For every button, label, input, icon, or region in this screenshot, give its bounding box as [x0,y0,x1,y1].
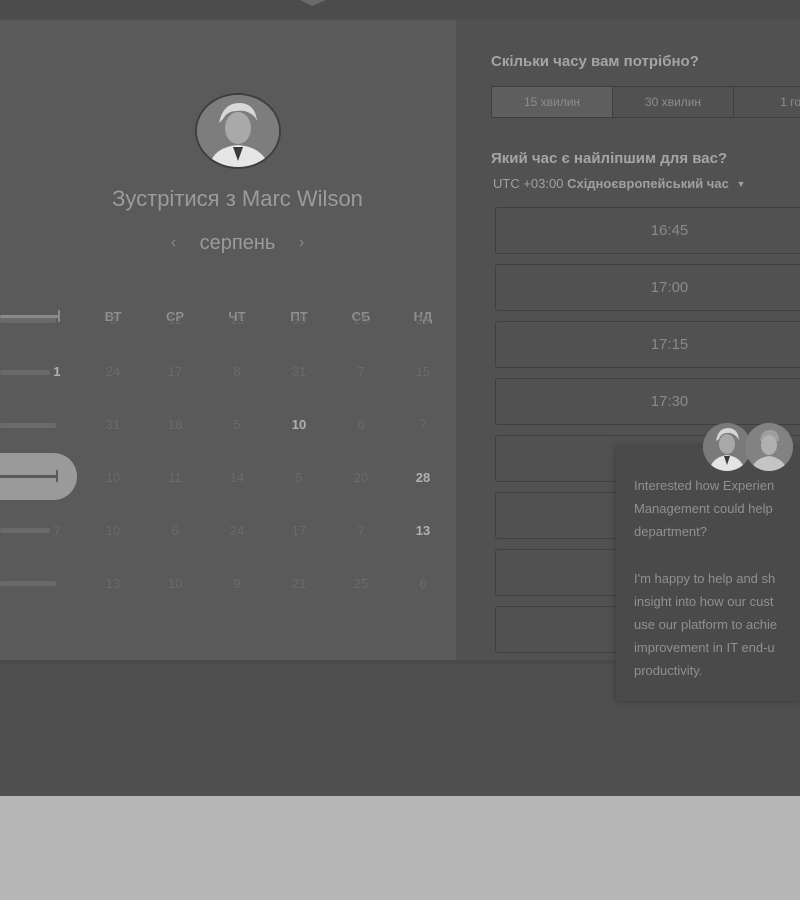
selected-day-bar [0,475,58,478]
calendar-day-available[interactable]: 13 [403,523,443,538]
calendar-day: 14 [229,470,245,485]
week-row-bar [0,423,56,428]
calendar-day: 6 [357,417,365,432]
calendar-day: 6 [171,523,179,538]
calendar-day: 6 [419,576,427,591]
top-strip [0,0,800,18]
calendar-day: 31 [291,364,307,379]
chat-message-2: I'm happy to help and sh insight into ho… [634,571,778,678]
next-month-icon[interactable]: › [299,234,304,252]
month-navigator: ‹ серпень › [0,232,475,255]
calendar-day: 31 [105,417,121,432]
calendar-day: 7 [357,364,365,379]
calendar-day: 10 [167,576,183,591]
duration-option-60[interactable]: 1 год [734,87,800,117]
time-slot[interactable]: 17:30 [495,378,800,425]
calendar-day-available[interactable]: 28 [403,470,443,485]
calendar-day: 10 [105,523,121,538]
calendar-day: 11 [168,470,182,485]
timezone-name: Східноєвропейський час [567,176,729,191]
calendar-day: 20 [353,470,369,485]
meeting-scheduler-overlay: Зустрітися з Marc Wilson ‹ серпень › ВТ … [0,0,800,796]
host-avatar [195,93,281,169]
meet-title: Зустрітися з Marc Wilson [112,186,363,211]
calendar-day: 25 [353,576,369,591]
calendar-day: 24 [229,523,245,538]
timezone-offset: UTC +03:00 [493,176,564,191]
time-slot[interactable]: 17:15 [495,321,800,368]
calendar-day-left: 7 [53,523,61,538]
chat-agent-avatar [703,423,751,471]
calendar-day: 7 [419,417,427,432]
calendar-day-left[interactable]: 1 [37,364,77,379]
calendar-day-available[interactable]: 10 [279,417,319,432]
calendar-day: 24 [105,364,121,379]
weekday-header-tick [58,310,60,322]
duration-option-30[interactable]: 30 хвилин [613,87,734,117]
week-row-bar [0,581,56,586]
calendar-day: 26 [353,312,369,327]
chat-popup[interactable]: Interested how Experien Management could… [616,447,800,701]
time-slot-label: 17:00 [650,279,689,296]
time-slot[interactable]: 17:00 [495,264,800,311]
calendar-day: 17 [167,364,183,379]
calendar-day: 9 [233,576,241,591]
month-label: серпень [199,232,276,254]
calendar-day: 10 [105,470,121,485]
duration-tabs: 15 хвилин 30 хвилин 1 год [491,86,800,118]
chat-message-1: Interested how Experien Management could… [634,478,775,539]
time-slot-label: 16:45 [650,222,689,239]
duration-heading: Скільки часу вам потрібно? [491,53,699,70]
week-row-bar [0,318,56,323]
calendar-day: 12 [167,312,183,327]
calendar-day: 30 [291,312,307,327]
calendar-day: 29 [415,312,431,327]
calendar-day: 17 [291,523,307,538]
selected-day-pill[interactable] [0,453,77,500]
calendar-day: 8 [233,364,241,379]
prev-month-icon[interactable]: ‹ [171,234,176,252]
calendar-day: 13 [105,576,121,591]
selected-day-tick [56,470,58,482]
timezone-selector[interactable]: UTC +03:00 Східноєвропейський час ▼ [493,176,745,191]
calendar-day: 15 [415,364,431,379]
duration-option-15[interactable]: 15 хвилин [492,87,613,117]
chat-agent-avatar [745,423,793,471]
calendar-panel: Зустрітися з Marc Wilson ‹ серпень › ВТ … [0,20,456,660]
time-slot[interactable]: 16:45 [495,207,800,254]
calendar-day: 7 [357,523,365,538]
time-slot-label: 17:30 [650,393,689,410]
best-time-heading: Який час є найліпшим для вас? [491,150,728,167]
calendar-day: 21 [291,576,307,591]
calendar-day: 5 [295,470,303,485]
top-arrow-shape [300,0,326,6]
calendar-day: 3 [109,312,117,327]
time-slot-label: 17:15 [650,336,689,353]
calendar-day: 15 [229,312,245,327]
chevron-down-icon: ▼ [736,179,746,189]
calendar-day: 5 [233,417,241,432]
calendar-day: 18 [167,417,183,432]
